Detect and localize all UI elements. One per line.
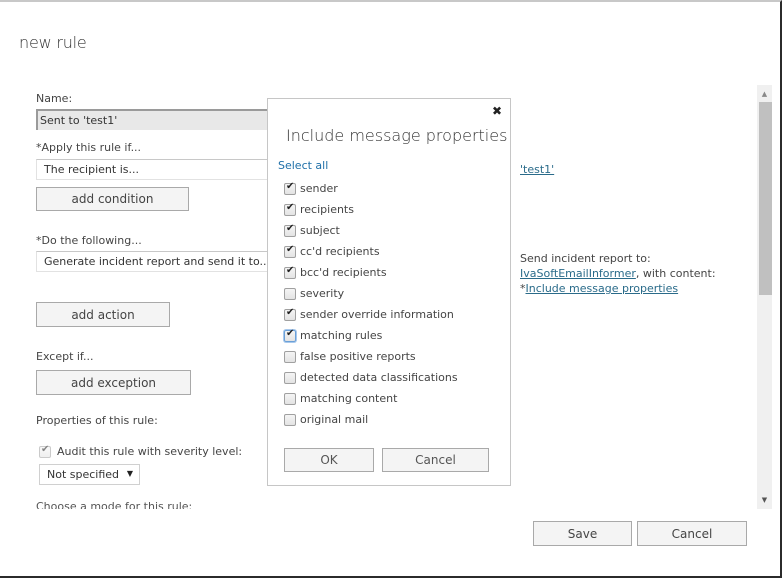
property-checkbox[interactable] [284,287,296,300]
vertical-scrollbar[interactable]: ▲ ▼ [757,85,772,509]
property-checkbox[interactable] [284,244,296,258]
select-all-link[interactable]: Select all [278,159,328,172]
report-with-text: , with content: [635,267,716,280]
property-label: detected data classifications [300,371,458,384]
cancel-button[interactable]: Cancel [637,521,747,546]
property-option[interactable]: detected data classifications [284,367,458,388]
audit-label: Audit this rule with severity level: [57,445,243,458]
severity-dropdown[interactable]: Not specified ▼ [39,464,140,485]
property-label: bcc'd recipients [300,266,387,279]
property-label: matching rules [300,329,383,342]
property-options: sender recipients subject cc'd recipients bc… [284,178,458,430]
property-option[interactable]: recipients [284,199,458,220]
property-label: sender override information [300,308,454,321]
action-select[interactable]: Generate incident report and send it to.… [36,251,268,272]
property-label: matching content [300,392,398,405]
audit-checkbox[interactable] [39,444,51,458]
property-option[interactable]: cc'd recipients [284,241,458,262]
property-label: original mail [300,413,369,426]
audit-row: Audit this rule with severity level: [39,444,243,458]
property-checkbox[interactable] [284,223,296,237]
property-option[interactable]: sender [284,178,458,199]
property-checkbox[interactable] [284,392,296,405]
property-option[interactable]: original mail [284,409,458,430]
report-recipient-link[interactable]: IvaSoftEmailInformer [520,267,636,280]
scroll-up-arrow-icon[interactable]: ▲ [757,89,772,99]
page-title: new rule [19,33,87,52]
new-rule-window: new rule Name: Sent to 'test1' *Apply th… [0,0,782,578]
add-action-button[interactable]: add action [36,302,170,327]
include-properties-link[interactable]: Include message properties [526,282,679,295]
property-option[interactable]: sender override information [284,304,458,325]
property-label: severity [300,287,345,300]
do-following-label: *Do the following... [36,234,142,247]
recipient-link[interactable]: 'test1' [520,163,554,176]
name-field[interactable]: Sent to 'test1' [36,109,268,130]
property-option[interactable]: bcc'd recipients [284,262,458,283]
except-if-label: Except if... [36,350,94,363]
close-icon[interactable]: ✖ [492,104,502,118]
save-button[interactable]: Save [533,521,632,546]
apply-rule-label: *Apply this rule if... [36,141,142,154]
add-condition-button[interactable]: add condition [36,187,189,211]
add-exception-button[interactable]: add exception [36,370,191,395]
properties-label: Properties of this rule: [36,414,158,427]
chevron-down-icon: ▼ [126,469,133,478]
report-line: Send incident report to: [520,252,651,265]
property-label: cc'd recipients [300,245,380,258]
property-label: subject [300,224,340,237]
property-option[interactable]: false positive reports [284,346,458,367]
mode-label: Choose a mode for this rule: [36,500,193,509]
dialog-title: Include message properties [286,126,508,145]
property-checkbox[interactable] [284,328,296,342]
property-checkbox[interactable] [284,181,296,195]
property-option[interactable]: matching content [284,388,458,409]
name-label: Name: [36,92,73,105]
property-checkbox[interactable] [284,371,296,384]
property-option[interactable]: severity [284,283,458,304]
property-label: recipients [300,203,354,216]
scroll-thumb[interactable] [759,102,772,295]
property-checkbox[interactable] [284,307,296,321]
dialog-cancel-button[interactable]: Cancel [382,448,489,472]
severity-value: Not specified [47,468,120,481]
property-label: sender [300,182,338,195]
condition-select[interactable]: The recipient is... [36,159,268,180]
condition-summary: 'test1' [520,162,554,177]
property-option[interactable]: subject [284,220,458,241]
scroll-down-arrow-icon[interactable]: ▼ [757,495,772,505]
property-checkbox[interactable] [284,265,296,279]
property-checkbox[interactable] [284,413,296,426]
property-label: false positive reports [300,350,416,363]
include-properties-dialog: ✖ Include message properties Select all … [267,98,511,486]
action-summary: Send incident report to: IvaSoftEmailInf… [520,251,716,296]
property-option[interactable]: matching rules [284,325,458,346]
ok-button[interactable]: OK [284,448,374,472]
property-checkbox[interactable] [284,350,296,363]
property-checkbox[interactable] [284,202,296,216]
